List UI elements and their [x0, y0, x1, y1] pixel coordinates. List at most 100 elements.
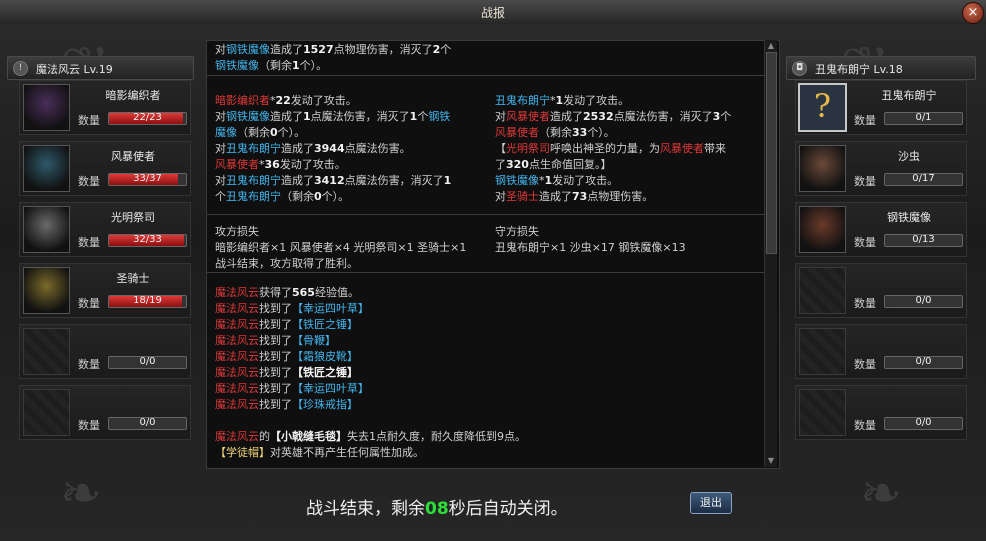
- quantity-bar: 22/23: [108, 112, 187, 125]
- log-block-previous: 对钢铁魔像造成了1527点物理伤害，消灭了2个 钢铁魔像（剩余1个）。: [207, 41, 764, 76]
- reward-line: 魔法风云找到了【霜狼皮靴】: [215, 350, 358, 363]
- attacker-loss-title: 攻方损失: [215, 225, 259, 238]
- battle-log: 对钢铁魔像造成了1527点物理伤害，消灭了2个 钢铁魔像（剩余1个）。 暗影编织者…: [206, 40, 780, 469]
- exit-button[interactable]: 退出: [690, 492, 732, 514]
- durability-line: 魔法风云的【小戟缝毛毯】失去1点耐久度，耐久度降低到9点。: [215, 430, 526, 443]
- unit-name: 风暴使者: [111, 150, 155, 163]
- close-icon[interactable]: ×: [968, 5, 979, 20]
- shadow-weaver-portrait[interactable]: [23, 84, 70, 131]
- left-unit-slot[interactable]: 数量 0/0: [19, 324, 191, 379]
- reward-line: 魔法风云获得了565经验值。: [215, 286, 359, 299]
- log-line: 钢铁魔像*1发动了攻击。: [495, 174, 619, 187]
- defender-header: ◘ 丑鬼布朗宁 Lv.18: [786, 56, 976, 80]
- log-line: 对丑鬼布朗宁造成了3412点魔法伤害，消灭了1: [215, 174, 452, 187]
- quantity-count: 33/37: [133, 173, 162, 184]
- left-unit-slot[interactable]: 光明祭司 数量 32/33: [19, 202, 191, 257]
- sword-icon: !: [13, 61, 28, 76]
- footer: 战斗结束，剩余08秒后自动关闭。 退出: [206, 472, 778, 532]
- quantity-count: 0/0: [139, 356, 156, 367]
- empty-portrait[interactable]: [23, 389, 70, 436]
- quantity-label: 数量: [78, 358, 100, 371]
- reward-line: 魔法风云找到了【幸运四叶草】: [215, 302, 369, 315]
- log-line: 对丑鬼布朗宁造成了3944点魔法伤害。: [215, 142, 411, 155]
- quantity-label: 数量: [854, 236, 876, 249]
- auto-close-message: 战斗结束，剩余08秒后自动关闭。: [306, 499, 568, 519]
- quantity-label: 数量: [78, 297, 100, 310]
- log-line: 钢铁魔像（剩余1个）。: [215, 59, 328, 72]
- quantity-label: 数量: [78, 419, 100, 432]
- storm-envoy-portrait[interactable]: [23, 145, 70, 192]
- quantity-count: 0/0: [915, 417, 932, 428]
- iron-golem-portrait[interactable]: [799, 206, 846, 253]
- log-line: 风暴使者（剩余33个）。: [495, 126, 615, 139]
- log-line: 个丑鬼布朗宁（剩余0个）。: [215, 190, 350, 203]
- reward-line: 魔法风云找到了【铁匠之锤】: [215, 318, 358, 331]
- battle-result: 战斗结束，攻方取得了胜利。: [215, 257, 358, 270]
- log-line: 风暴使者*36发动了攻击。: [215, 158, 346, 171]
- unit-name: 圣骑士: [116, 272, 150, 285]
- attacker-level: Lv.19: [83, 63, 113, 76]
- quantity-label: 数量: [854, 297, 876, 310]
- ornament-bottom-left-icon: ❧: [60, 464, 102, 522]
- quantity-count: 0/1: [915, 112, 932, 123]
- close-button[interactable]: ×: [962, 2, 984, 24]
- attacker-header: ! 魔法风云 Lv.19: [7, 56, 194, 80]
- light-priest-portrait[interactable]: [23, 206, 70, 253]
- quantity-count: 18/19: [133, 295, 162, 306]
- left-unit-slot[interactable]: 数量 0/0: [19, 385, 191, 440]
- reward-line: 魔法风云找到了【幸运四叶草】: [215, 382, 369, 395]
- right-unit-slot[interactable]: 数量 0/0: [795, 263, 967, 318]
- unit-name: 钢铁魔像: [887, 211, 931, 224]
- log-line: 暗影编织者*22发动了攻击。: [215, 94, 357, 107]
- sandworm-portrait[interactable]: [799, 145, 846, 192]
- defender-name: 丑鬼布朗宁: [815, 63, 870, 76]
- attacker-loss-list: 暗影编织者×1 风暴使者×4 光明祭司×1 圣骑士×1: [215, 241, 467, 254]
- log-line: 对风暴使者造成了2532点魔法伤害，消灭了3个: [495, 110, 732, 123]
- right-unit-slot[interactable]: 钢铁魔像 数量 0/13: [795, 202, 967, 257]
- empty-portrait[interactable]: [799, 267, 846, 314]
- quantity-label: 数量: [854, 175, 876, 188]
- unit-name: 丑鬼布朗宁: [881, 89, 937, 102]
- log-line: 对圣骑士造成了73点物理伤害。: [495, 190, 654, 203]
- quantity-bar: 18/19: [108, 295, 187, 308]
- unit-name: 暗影编织者: [105, 89, 161, 102]
- unknown-hero-portrait[interactable]: ?: [798, 83, 847, 132]
- quantity-bar: 0/0: [884, 417, 963, 430]
- quantity-label: 数量: [854, 358, 876, 371]
- log-line: 对钢铁魔像造成了1527点物理伤害，消灭了2个: [215, 43, 452, 56]
- scroll-thumb[interactable]: [766, 52, 777, 254]
- empty-portrait[interactable]: [799, 328, 846, 375]
- quantity-count: 0/0: [139, 417, 156, 428]
- right-unit-slot[interactable]: 数量 0/0: [795, 385, 967, 440]
- defender-level: Lv.18: [873, 63, 903, 76]
- attacker-name: 魔法风云: [36, 63, 80, 76]
- quantity-bar: 0/0: [108, 417, 187, 430]
- quantity-count: 22/23: [133, 112, 162, 123]
- battle-report-window: 战报 × ❦ ❦ ❧ ❧ ! 魔法风云 Lv.19 ◘ 丑鬼布朗宁 Lv.18 …: [0, 0, 986, 541]
- empty-portrait[interactable]: [799, 389, 846, 436]
- quantity-bar: 32/33: [108, 234, 187, 247]
- defender-actions: 丑鬼布朗宁*1发动了攻击。 对风暴使者造成了2532点魔法伤害，消灭了3个 风暴使者…: [495, 93, 731, 205]
- left-unit-slot[interactable]: 圣骑士数量 18/19: [19, 263, 191, 318]
- quantity-bar: 0/13: [884, 234, 963, 247]
- scroll-up-icon[interactable]: ▲: [766, 41, 776, 51]
- durability-line: 【学徒帽】对英雄不再产生任何属性加成。: [215, 446, 424, 459]
- right-unit-slot[interactable]: 沙虫 数量 0/17: [795, 141, 967, 196]
- attacker-unit-list: 暗影编织者 数量 22/23 风暴使者 数量 33/37 光明祭司 数量 32/33 圣骑士 数量 1…: [19, 80, 191, 446]
- quantity-label: 数量: [78, 175, 100, 188]
- right-unit-slot[interactable]: ? 丑鬼布朗宁 数量 0/1: [795, 80, 967, 135]
- countdown-seconds: 08: [425, 499, 449, 519]
- scroll-down-icon[interactable]: ▼: [766, 456, 776, 466]
- reward-line: 魔法风云找到了【骨鞭】: [215, 334, 336, 347]
- left-unit-slot[interactable]: 风暴使者 数量 33/37: [19, 141, 191, 196]
- right-unit-slot[interactable]: 数量 0/0: [795, 324, 967, 379]
- shield-icon: ◘: [792, 61, 807, 76]
- paladin-portrait[interactable]: [23, 267, 70, 314]
- losses-block: 攻方损失 暗影编织者×1 风暴使者×4 光明祭司×1 圣骑士×1 战斗结束，攻方…: [207, 218, 764, 273]
- log-scrollbar[interactable]: ▲ ▼: [764, 40, 777, 467]
- empty-portrait[interactable]: [23, 328, 70, 375]
- left-unit-slot[interactable]: 暗影编织者 数量 22/23: [19, 80, 191, 135]
- question-mark-icon: ?: [813, 87, 832, 125]
- window-title: 战报: [480, 6, 505, 20]
- reward-line: 魔法风云找到了【珍珠戒指】: [215, 398, 358, 411]
